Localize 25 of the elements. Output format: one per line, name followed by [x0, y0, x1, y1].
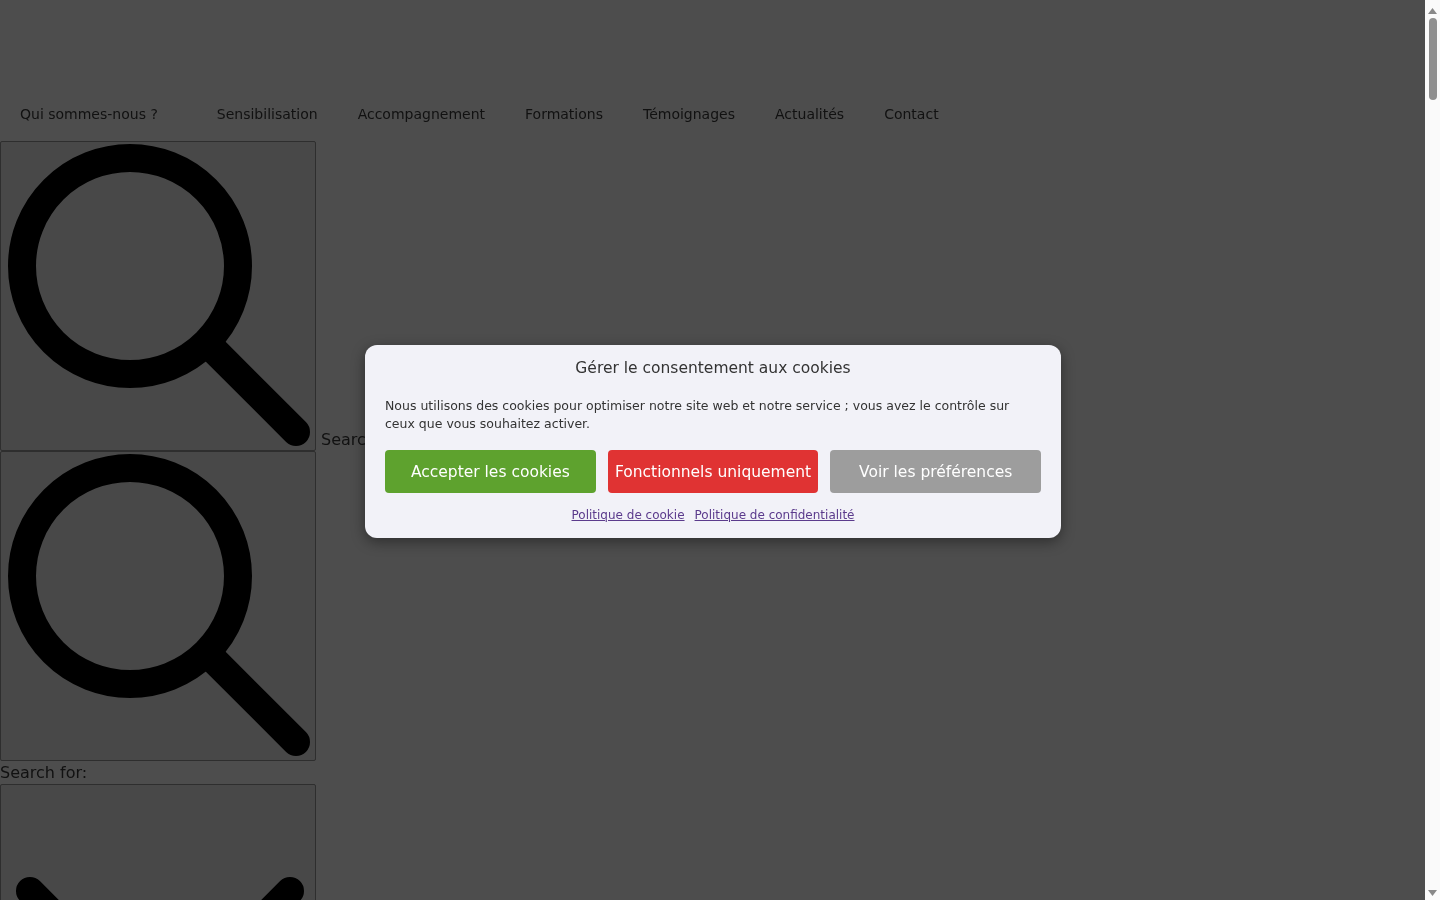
policy-link[interactable]: Politique de confidentialité — [694, 508, 855, 522]
preferences-button[interactable]: Voir les préférences — [830, 450, 1041, 493]
nav-link[interactable]: Contact — [864, 106, 959, 122]
nav-link[interactable]: Actualités — [755, 106, 865, 122]
dialog-text: Nous utilisons des cookies pour optimiser notre site web et notre service ; vous avez le contrôle sur ceux que vous souhaitez activer. — [385, 397, 1011, 433]
search-field-label: Search for: — [0, 762, 89, 784]
search-submit-button[interactable] — [0, 451, 316, 761]
nav-link[interactable]: Qui sommes-nous ? — [0, 106, 178, 122]
scroll-thumb[interactable] — [1428, 18, 1437, 100]
nav-link[interactable]: Formations — [505, 106, 623, 122]
search-toggle-button[interactable] — [0, 141, 316, 451]
functional-only-button[interactable]: Fonctionnels uniquement — [607, 450, 819, 493]
scroll-down-icon — [1428, 890, 1437, 896]
nav-link[interactable]: Témoignages — [623, 106, 755, 122]
accept-button[interactable]: Accepter les cookies — [385, 450, 596, 493]
search-icon — [8, 144, 312, 448]
close-button[interactable] — [0, 784, 316, 900]
nav-link[interactable]: Accompagnement — [337, 106, 505, 122]
dialog-title: Gérer le consentement aux cookies — [574, 359, 852, 377]
search-icon — [8, 454, 312, 758]
nav-link[interactable]: Sensibilisation — [196, 106, 338, 122]
scrollbar[interactable] — [1425, 0, 1440, 900]
policy-link[interactable]: Politique de cookie — [571, 508, 685, 522]
scroll-up-icon — [1428, 8, 1437, 14]
search-toggle-label: Searc — [321, 430, 366, 449]
